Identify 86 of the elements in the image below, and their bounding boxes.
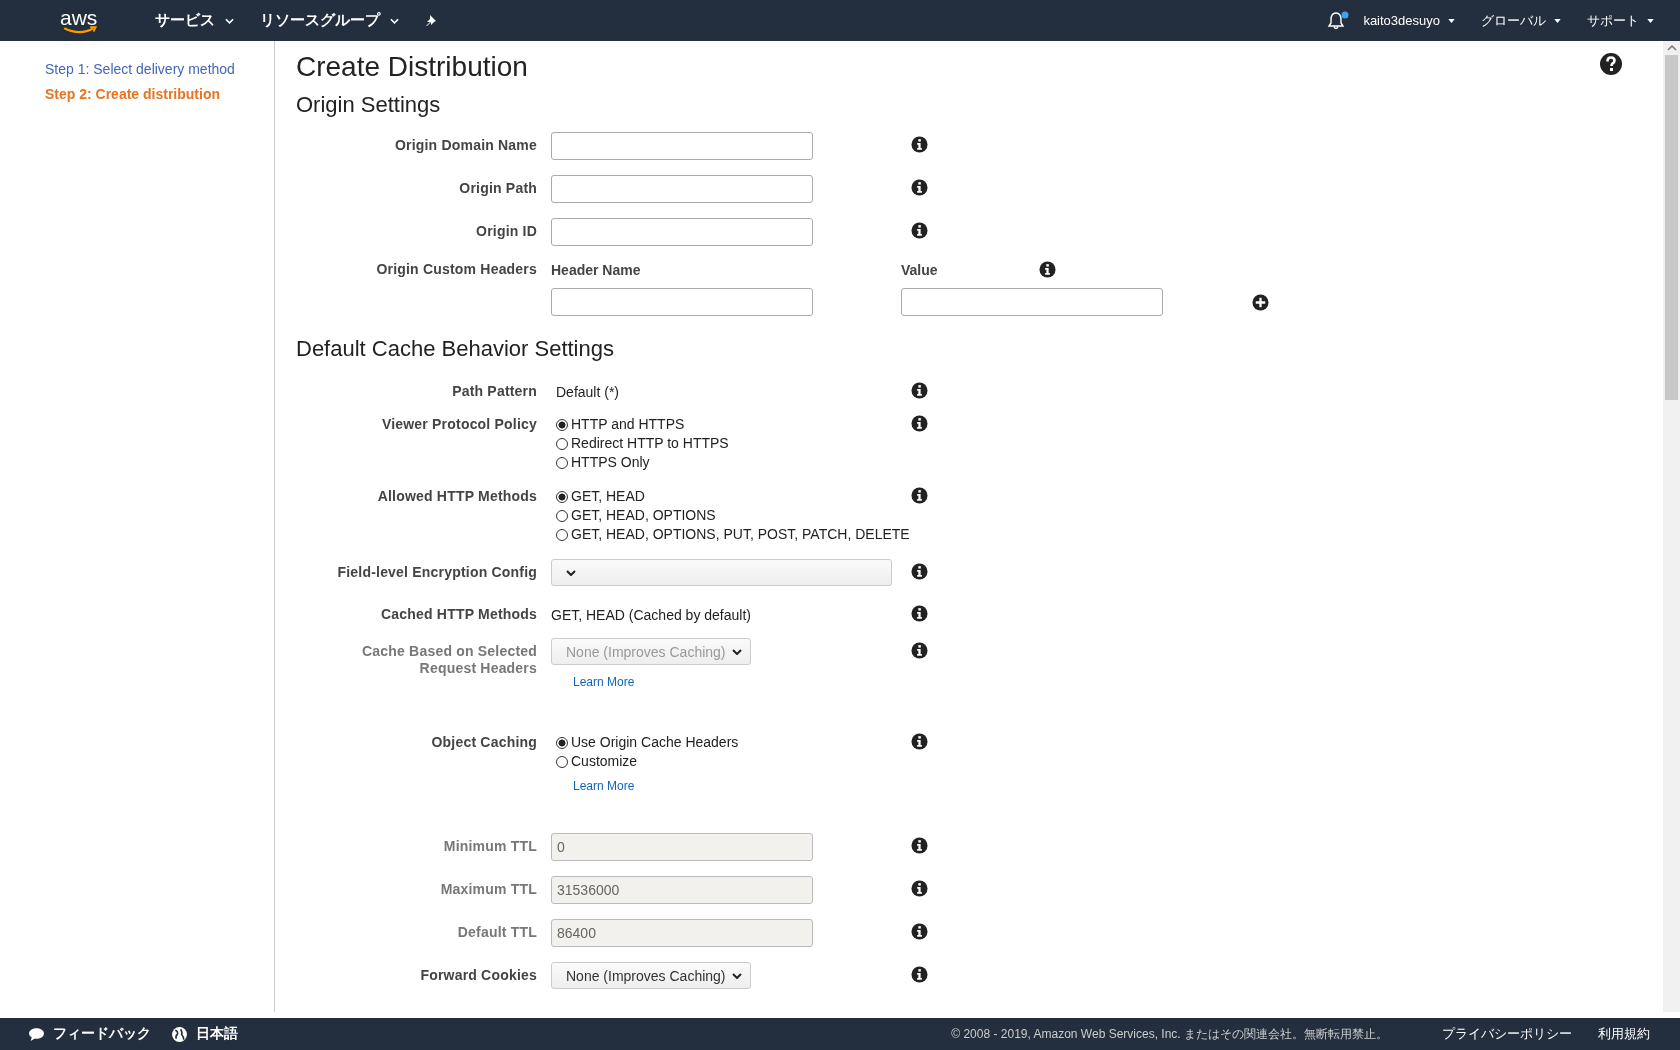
radio-button[interactable]	[556, 736, 568, 749]
page-title: Create Distribution	[296, 51, 528, 83]
nav-menu[interactable]: リソースグループ	[260, 11, 400, 30]
field-label: Cache Based on Selected Request Headers	[361, 642, 537, 677]
text-field[interactable]	[551, 175, 813, 203]
field-label: Forward Cookies	[420, 966, 537, 984]
footer-link[interactable]: 利用規約	[1598, 1025, 1650, 1043]
aws-logo[interactable]: aws	[60, 7, 98, 34]
field-label: Cached HTTP Methods	[381, 605, 537, 623]
info-icon[interactable]	[911, 136, 928, 153]
info-icon[interactable]	[1039, 261, 1056, 278]
caret-down-icon	[1448, 18, 1455, 23]
help-icon[interactable]	[1599, 52, 1623, 76]
bell-icon[interactable]	[1327, 10, 1350, 31]
learn-more-link[interactable]: Learn More	[573, 779, 635, 793]
radio-option[interactable]: HTTP and HTTPS	[551, 415, 685, 434]
field-value: GET, HEAD (Cached by default)	[551, 606, 751, 623]
info-icon[interactable]	[911, 966, 928, 983]
radio-option[interactable]: GET, HEAD, OPTIONS, PUT, POST, PATCH, DELETE	[551, 525, 910, 544]
caret-down-icon	[1647, 18, 1654, 23]
speech-bubble-icon	[28, 1025, 45, 1043]
field-label: Origin Custom Headers	[375, 261, 537, 278]
language-selector[interactable]: 日本語	[171, 1025, 238, 1043]
field-label: Maximum TTL	[440, 880, 537, 898]
add-icon[interactable]	[1252, 293, 1269, 311]
info-icon[interactable]	[911, 733, 928, 750]
section-heading: Origin Settings	[296, 92, 442, 118]
info-icon[interactable]	[911, 415, 928, 432]
column-heading: Header Name	[551, 261, 642, 278]
field-label: Minimum TTL	[443, 837, 537, 855]
chevron-down-icon	[390, 17, 400, 24]
header-menu[interactable]: kaito3desuyo	[1363, 13, 1455, 28]
header-menu[interactable]: グローバル	[1481, 11, 1561, 30]
copyright-text: © 2008 - 2019, Amazon Web Services, Inc. またはその関連会社。無断転用禁止。	[951, 1025, 1388, 1043]
feedback-link[interactable]: フィードバック	[28, 1025, 151, 1043]
field-label: Viewer Protocol Policy	[381, 415, 537, 433]
radio-button[interactable]	[556, 509, 568, 522]
radio-button[interactable]	[556, 490, 568, 503]
radio-button[interactable]	[556, 418, 568, 431]
header-name-field[interactable]	[551, 288, 813, 316]
header-value-field[interactable]	[901, 288, 1163, 316]
step-link[interactable]: Step 1: Select delivery method	[45, 61, 274, 77]
globe-icon	[171, 1025, 188, 1043]
field-label: Path Pattern	[452, 382, 537, 400]
info-icon[interactable]	[911, 222, 928, 239]
info-icon[interactable]	[911, 179, 928, 196]
info-icon[interactable]	[911, 923, 928, 940]
info-icon[interactable]	[911, 605, 928, 622]
text-field[interactable]	[551, 132, 813, 160]
section-heading: Default Cache Behavior Settings	[296, 336, 615, 362]
radio-option[interactable]: GET, HEAD	[551, 487, 645, 506]
radio-button[interactable]	[556, 528, 568, 541]
field-label: Allowed HTTP Methods	[377, 487, 537, 505]
radio-option[interactable]: Customize	[551, 752, 638, 771]
radio-button[interactable]	[556, 437, 568, 450]
chevron-down-icon	[732, 972, 742, 979]
info-icon[interactable]	[911, 880, 928, 897]
scrollbar[interactable]	[1663, 41, 1680, 1012]
info-icon[interactable]	[911, 837, 928, 854]
nav-menu[interactable]: サービス	[155, 11, 235, 30]
field-label: Origin Path	[459, 179, 537, 197]
header-menu[interactable]: サポート	[1587, 11, 1654, 30]
radio-option[interactable]: GET, HEAD, OPTIONS	[551, 506, 716, 525]
chevron-down-icon	[225, 17, 235, 24]
footer-link[interactable]: プライバシーポリシー	[1442, 1025, 1572, 1043]
field-label: Field-level Encryption Config	[337, 563, 537, 581]
info-icon[interactable]	[911, 563, 928, 580]
radio-option[interactable]: Use Origin Cache Headers	[551, 733, 739, 752]
radio-button[interactable]	[556, 755, 568, 768]
field-value: Default (*)	[555, 383, 620, 400]
caret-down-icon	[1554, 18, 1561, 23]
dropdown[interactable]: None (Improves Caching)	[551, 962, 751, 989]
chevron-down-icon	[566, 569, 576, 576]
field-label: Default TTL	[457, 923, 537, 941]
text-field[interactable]	[551, 218, 813, 246]
chevron-down-icon	[732, 648, 742, 655]
column-heading: Value	[901, 261, 939, 278]
info-icon[interactable]	[911, 382, 928, 399]
info-icon[interactable]	[911, 487, 928, 504]
field-label: Origin ID	[476, 222, 537, 240]
field-label: Object Caching	[431, 733, 537, 751]
radio-option[interactable]: HTTPS Only	[551, 453, 650, 472]
field-label: Origin Domain Name	[394, 136, 537, 154]
info-icon[interactable]	[911, 642, 928, 659]
radio-button[interactable]	[556, 456, 568, 469]
radio-option[interactable]: Redirect HTTP to HTTPS	[551, 434, 729, 453]
